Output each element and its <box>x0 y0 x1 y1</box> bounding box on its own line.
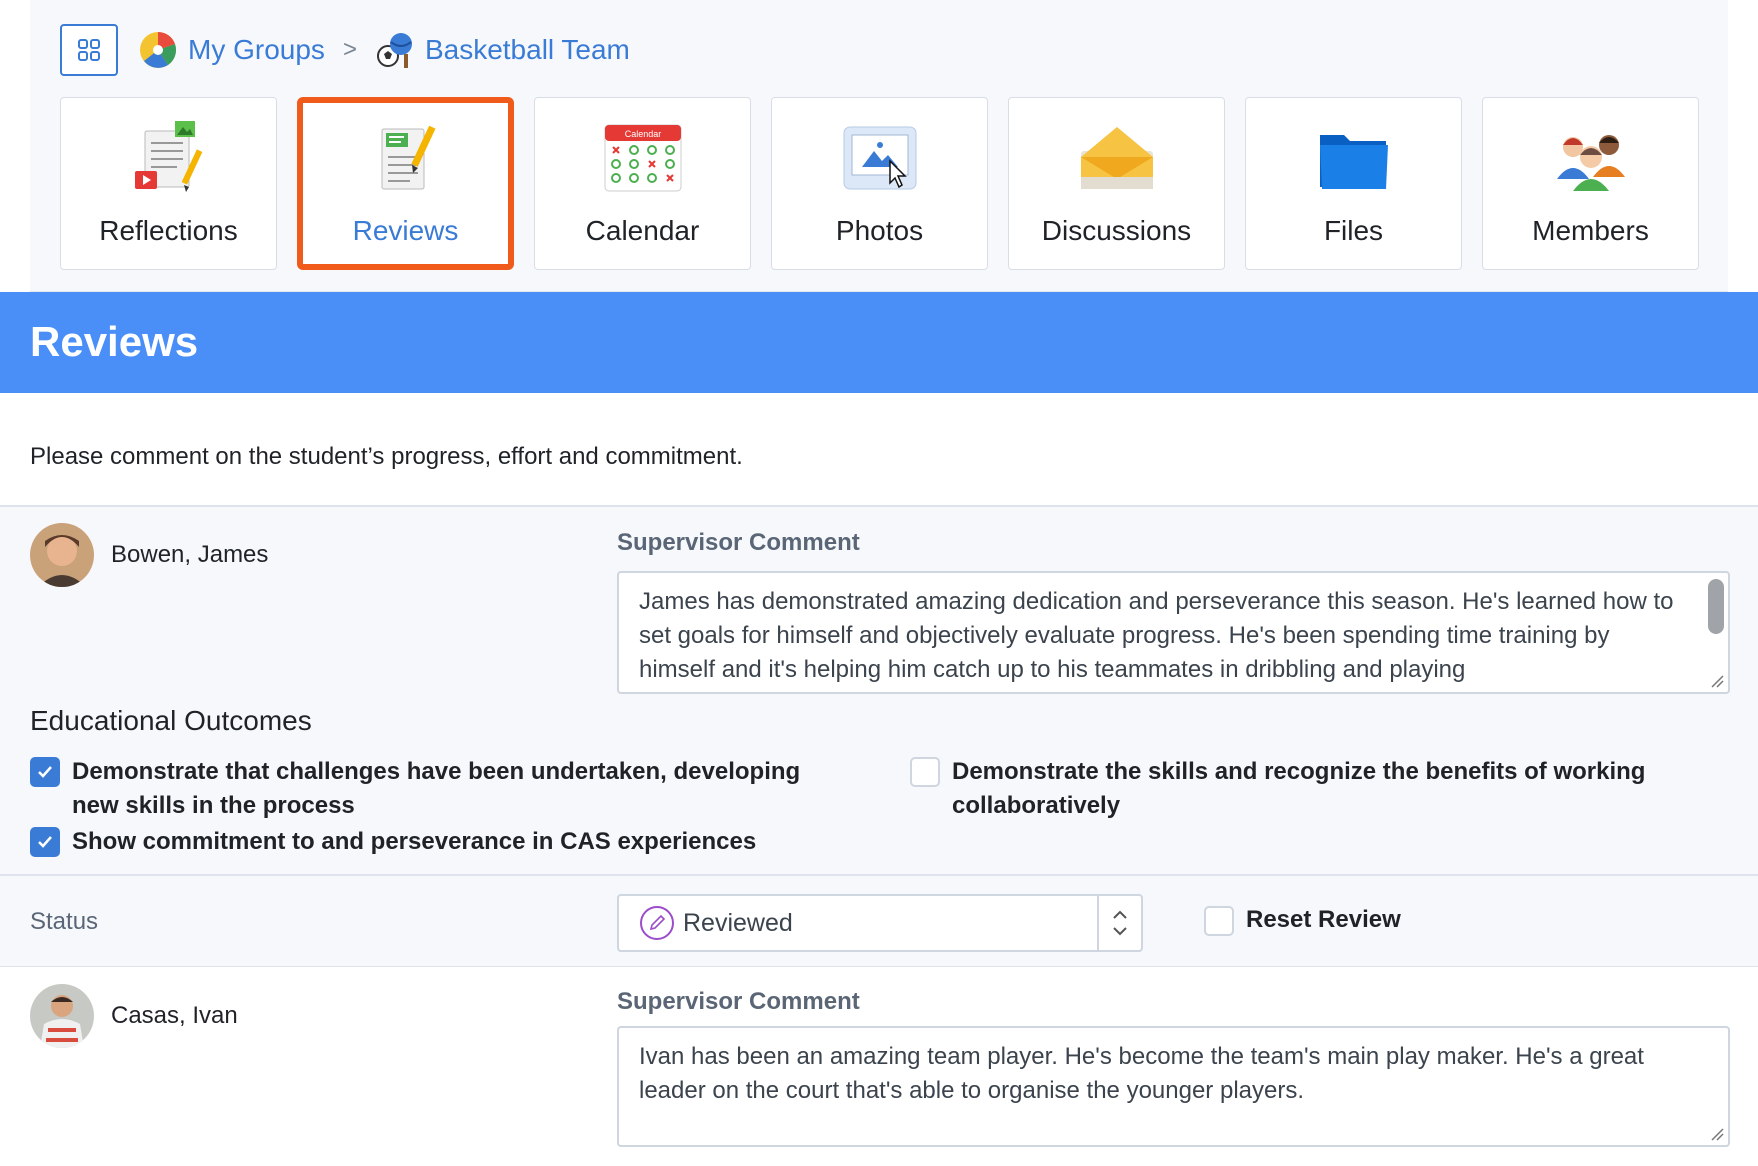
supervisor-comment-text: Ivan has been an amazing team player. He… <box>639 1043 1644 1104</box>
tile-reviews[interactable]: Reviews <box>297 97 514 270</box>
status-label: Status <box>30 908 99 935</box>
members-icon <box>1556 135 1625 191</box>
reset-review-label: Reset Review <box>1246 906 1401 933</box>
select-stepper[interactable] <box>1097 896 1141 950</box>
calendar-icon-text: Calendar <box>624 129 661 139</box>
reflections-icon <box>134 121 202 192</box>
page-title: Reviews <box>30 318 199 365</box>
outcome-text: Demonstrate the skills and recognize the… <box>952 758 1646 819</box>
breadcrumb-my-groups[interactable]: My Groups <box>138 30 325 70</box>
breadcrumb-basketball-team-label[interactable]: Basketball Team <box>425 34 630 66</box>
reset-review-toggle[interactable]: Reset Review <box>1204 904 1401 936</box>
outcome-challenges[interactable]: Demonstrate that challenges have been un… <box>30 755 830 823</box>
tile-reflections[interactable]: Reflections <box>60 97 277 270</box>
student-name: Bowen, James <box>111 541 269 568</box>
tile-label: Photos <box>835 215 924 246</box>
tile-members[interactable]: Members <box>1482 97 1699 270</box>
intro-text: Please comment on the student’s progress… <box>30 443 743 470</box>
tile-label: Reviews <box>352 215 459 246</box>
outcome-collaboration[interactable]: Demonstrate the skills and recognize the… <box>910 755 1710 823</box>
student-name: Casas, Ivan <box>111 1002 238 1029</box>
outcome-text: Show commitment to and perseverance in C… <box>72 828 757 855</box>
outcome-commitment[interactable]: Show commitment to and perseverance in C… <box>30 825 830 859</box>
resize-handle-icon[interactable] <box>1710 1127 1724 1141</box>
tile-label: Reflections <box>99 215 238 246</box>
tile-calendar[interactable]: Calendar Calendar <box>534 97 751 270</box>
supervisor-comment-label: Supervisor Comment <box>617 988 860 1015</box>
supervisor-comment-field[interactable]: James has demonstrated amazing dedicatio… <box>617 571 1730 694</box>
checkbox-unchecked[interactable] <box>1204 906 1234 936</box>
tile-discussions[interactable]: Discussions <box>1008 97 1225 270</box>
tile-label: Discussions <box>1041 215 1192 246</box>
resize-handle-icon[interactable] <box>1710 674 1724 688</box>
breadcrumb-my-groups-label[interactable]: My Groups <box>188 34 325 66</box>
group-navigation: My Groups > Basketball Team Reflections … <box>30 0 1728 292</box>
tile-label: Files <box>1323 215 1384 246</box>
discussions-icon <box>1080 127 1153 189</box>
supervisor-comment-text: James has demonstrated amazing dedicatio… <box>639 588 1674 683</box>
avatar <box>30 984 94 1048</box>
status-select[interactable]: Reviewed <box>617 894 1143 952</box>
educational-outcomes-title: Educational Outcomes <box>30 705 312 736</box>
tile-label: Calendar <box>585 215 700 246</box>
apps-grid-button[interactable] <box>60 24 118 76</box>
comment-scrollbar[interactable] <box>1708 579 1724 634</box>
chevron-up-down-icon <box>1113 910 1127 936</box>
check-icon <box>38 766 52 778</box>
status-value: Reviewed <box>683 908 793 937</box>
reviews-icon <box>381 125 436 190</box>
groups-icon <box>140 31 177 68</box>
page-header: Reviews <box>0 292 1758 393</box>
tile-files[interactable]: Files <box>1245 97 1462 270</box>
photos-icon <box>843 126 916 190</box>
sports-balls-icon <box>376 33 412 68</box>
files-icon <box>1319 135 1388 189</box>
grid-icon <box>78 39 100 61</box>
reviewed-pencil-icon <box>640 906 674 940</box>
supervisor-comment-label: Supervisor Comment <box>617 529 860 556</box>
review-status-row: Status Reviewed Reset Review <box>0 874 1758 968</box>
checkbox-checked[interactable] <box>30 827 60 857</box>
breadcrumb-basketball-team[interactable]: Basketball Team <box>375 30 630 70</box>
checkbox-unchecked[interactable] <box>910 757 940 787</box>
avatar <box>30 523 94 587</box>
breadcrumb-separator: > <box>342 36 357 63</box>
supervisor-comment-field[interactable]: Ivan has been an amazing team player. He… <box>617 1026 1730 1147</box>
checkbox-checked[interactable] <box>30 757 60 787</box>
outcome-text: Demonstrate that challenges have been un… <box>72 758 801 819</box>
breadcrumb: My Groups > Basketball Team <box>138 24 630 76</box>
check-icon <box>38 836 52 848</box>
calendar-icon: Calendar <box>604 124 681 192</box>
student-review-card: Casas, Ivan Supervisor Comment Ivan has … <box>0 967 1758 1166</box>
student-review-card: Bowen, James Supervisor Comment James ha… <box>0 505 1758 875</box>
tile-label: Members <box>1532 215 1649 246</box>
module-tiles: Reflections Reviews Calendar Calendar Ph… <box>60 97 1699 270</box>
tile-photos[interactable]: Photos <box>771 97 988 270</box>
